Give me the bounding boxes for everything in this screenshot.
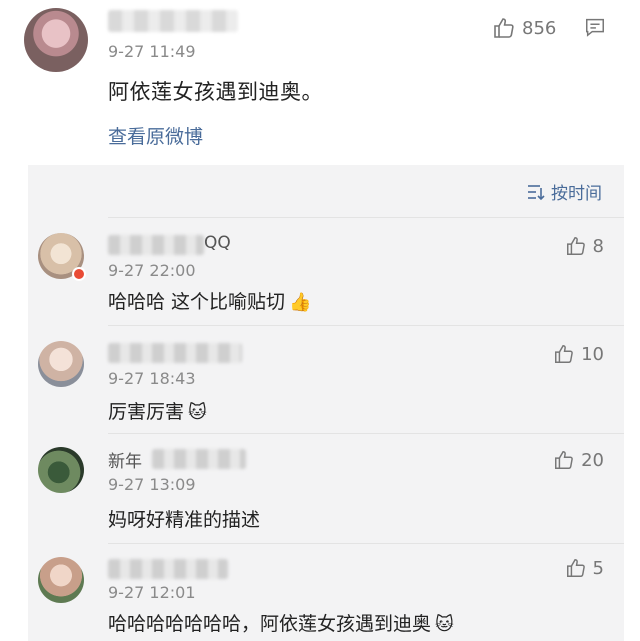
avatar[interactable] bbox=[38, 341, 84, 387]
sort-by-time-button[interactable]: 按时间 bbox=[526, 179, 602, 204]
reply-text-content: 哈哈哈 这个比喻贴切 bbox=[108, 291, 286, 313]
username-prefix: 新年 bbox=[108, 452, 142, 472]
like-button[interactable]: 5 bbox=[565, 557, 604, 579]
cat-emoji: 🐱 bbox=[435, 614, 454, 635]
comment-time: 9-27 11:49 bbox=[108, 42, 196, 61]
replies-panel: 按时间 QQ 9-27 22:00 哈哈哈 这个比喻贴切 👍 8 9-27 18:… bbox=[28, 165, 624, 641]
verified-badge bbox=[72, 267, 86, 281]
blurred-username[interactable] bbox=[108, 235, 204, 255]
main-comment: 9-27 11:49 阿依莲女孩遇到迪奥。 查看原微博 856 bbox=[0, 0, 640, 165]
thumbs-up-icon bbox=[566, 237, 585, 255]
reply-text: 哈哈哈哈哈哈哈，阿依莲女孩遇到迪奥 🐱 bbox=[108, 609, 454, 636]
reply-text-content: 哈哈哈哈哈哈哈，阿依莲女孩遇到迪奥 bbox=[108, 613, 432, 635]
view-original-link[interactable]: 查看原微博 bbox=[108, 122, 203, 149]
reply-text-content: 妈呀好精准的描述 bbox=[108, 509, 261, 531]
divider bbox=[108, 543, 624, 544]
like-button[interactable]: 8 bbox=[565, 235, 604, 257]
reply-text-content: 厉害厉害 bbox=[108, 401, 185, 423]
like-count: 856 bbox=[522, 17, 557, 39]
like-count: 8 bbox=[592, 235, 604, 257]
thumbs-up-icon bbox=[494, 18, 514, 38]
like-button[interactable]: 856 bbox=[492, 16, 556, 40]
divider bbox=[108, 217, 624, 218]
reply-item: 新年 9-27 13:09 妈呀好精准的描述 20 bbox=[28, 433, 624, 543]
reply-item: 9-27 18:43 厉害厉害 🐱 10 bbox=[28, 325, 624, 433]
avatar[interactable] bbox=[38, 447, 84, 493]
like-button[interactable]: 20 bbox=[553, 449, 604, 471]
avatar[interactable] bbox=[38, 557, 84, 603]
reply-time: 9-27 13:09 bbox=[108, 475, 196, 494]
divider bbox=[108, 433, 624, 434]
sort-label: 按时间 bbox=[551, 184, 602, 204]
message-icon[interactable] bbox=[584, 16, 606, 38]
blurred-username[interactable] bbox=[152, 449, 246, 469]
username-suffix: QQ bbox=[204, 233, 231, 253]
thumbs-up-icon bbox=[555, 345, 573, 363]
like-count: 20 bbox=[581, 449, 604, 471]
thumbs-up-icon bbox=[566, 559, 585, 577]
reply-item: QQ 9-27 22:00 哈哈哈 这个比喻贴切 👍 8 bbox=[28, 217, 624, 325]
divider bbox=[108, 325, 624, 326]
cat-emoji: 🐱 bbox=[188, 402, 207, 423]
thumbs-up-icon bbox=[555, 451, 573, 469]
reply-text: 哈哈哈 这个比喻贴切 👍 bbox=[108, 287, 311, 314]
reply-time: 9-27 22:00 bbox=[108, 261, 196, 280]
reply-item: 9-27 12:01 哈哈哈哈哈哈哈，阿依莲女孩遇到迪奥 🐱 5 bbox=[28, 543, 624, 641]
like-count: 10 bbox=[581, 343, 604, 365]
reply-text: 妈呀好精准的描述 bbox=[108, 505, 260, 532]
blurred-username[interactable] bbox=[108, 343, 242, 363]
comment-text: 阿依莲女孩遇到迪奥。 bbox=[108, 80, 323, 104]
sort-icon bbox=[528, 184, 545, 200]
thumbs-up-emoji: 👍 bbox=[289, 292, 312, 313]
reply-time: 9-27 12:01 bbox=[108, 583, 196, 602]
blurred-username[interactable] bbox=[108, 10, 238, 32]
avatar[interactable] bbox=[24, 8, 88, 72]
like-button[interactable]: 10 bbox=[553, 343, 604, 365]
blurred-username[interactable] bbox=[108, 559, 228, 579]
reply-text: 厉害厉害 🐱 bbox=[108, 397, 207, 424]
like-count: 5 bbox=[592, 557, 604, 579]
reply-time: 9-27 18:43 bbox=[108, 369, 196, 388]
